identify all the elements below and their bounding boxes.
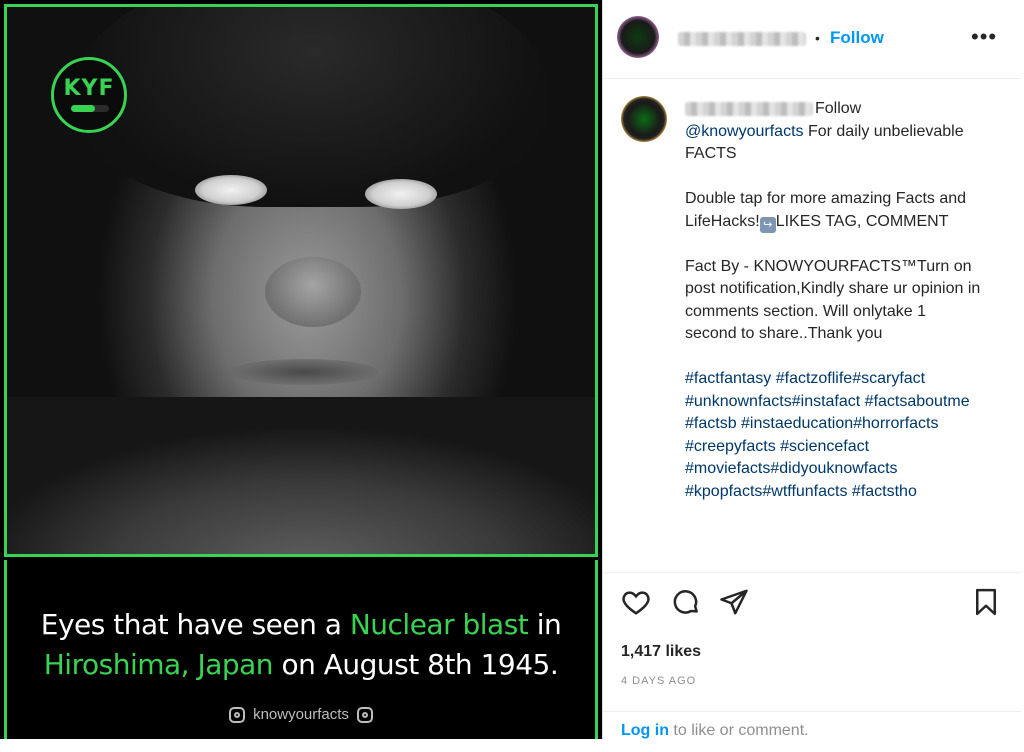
caption-comment: Follow @knowyourfacts For daily unbeliev… [603, 84, 1021, 570]
photo-left-eye [195, 175, 267, 205]
bookmark-icon[interactable] [971, 587, 1001, 617]
heart-icon[interactable] [621, 587, 651, 617]
instagram-icon [356, 707, 373, 724]
post-date[interactable]: 4 DAYS AGO [621, 675, 696, 687]
caption-follow-link[interactable]: Follow [815, 100, 861, 117]
caption-line-3: Fact By - KNOWYOURFACTS™Turn on post not… [685, 257, 981, 343]
login-prompt-text: to like or comment. [668, 722, 809, 739]
photo-mouth [229, 359, 379, 385]
login-prompt: Log in to like or comment. [603, 711, 1021, 752]
photo-right-eye [365, 179, 437, 209]
login-link[interactable]: Log in [621, 722, 669, 739]
photo-nose [265, 257, 361, 327]
arrow-icon: ↪ [759, 216, 776, 233]
image-caption-line-1: Eyes that have seen a Nuclear blast in [40, 608, 562, 641]
separator-dot: • [815, 30, 820, 46]
caption-text: Follow @knowyourfacts For daily unbeliev… [685, 98, 981, 503]
follow-button[interactable]: Follow [830, 28, 884, 48]
photo-clothing [7, 397, 595, 554]
share-icon[interactable] [719, 587, 749, 617]
kyf-logo-bar [71, 105, 109, 112]
image-handle: knowyourfacts [253, 706, 349, 723]
more-options-icon[interactable]: ••• [971, 24, 997, 50]
image-handle-row: knowyourfacts [7, 706, 595, 724]
post-actions: 1,417 likes 4 DAYS AGO Log in to like or… [603, 572, 1021, 740]
author-avatar[interactable] [617, 16, 659, 58]
post-media[interactable]: KYF Eyes that have seen a Nuclear blast … [0, 0, 602, 739]
author-username-blurred[interactable] [678, 32, 806, 46]
likes-count[interactable]: 1,417 likes [621, 643, 701, 661]
caption-author-avatar[interactable] [621, 96, 667, 142]
caption-mention[interactable]: @knowyourfacts [685, 123, 804, 140]
caption-hashtags[interactable]: #factfantasy #factzoflife#scaryfact #unk… [685, 368, 981, 503]
post-photo[interactable]: KYF [4, 4, 598, 557]
post-panel: • Follow ••• Follow @knowyourfacts For d… [602, 0, 1024, 739]
comment-icon[interactable] [671, 587, 701, 617]
image-caption-panel: Eyes that have seen a Nuclear blast in H… [4, 560, 598, 739]
caption-line-2b: LIKES TAG, COMMENT [775, 212, 949, 230]
image-caption-line-2: Hiroshima, Japan on August 8th 1945. [43, 648, 559, 681]
kyf-logo: KYF [51, 57, 127, 133]
photo-hair [77, 7, 547, 207]
post-header: • Follow ••• [603, 0, 1021, 79]
kyf-logo-text: KYF [63, 76, 115, 101]
instagram-icon [229, 707, 246, 724]
